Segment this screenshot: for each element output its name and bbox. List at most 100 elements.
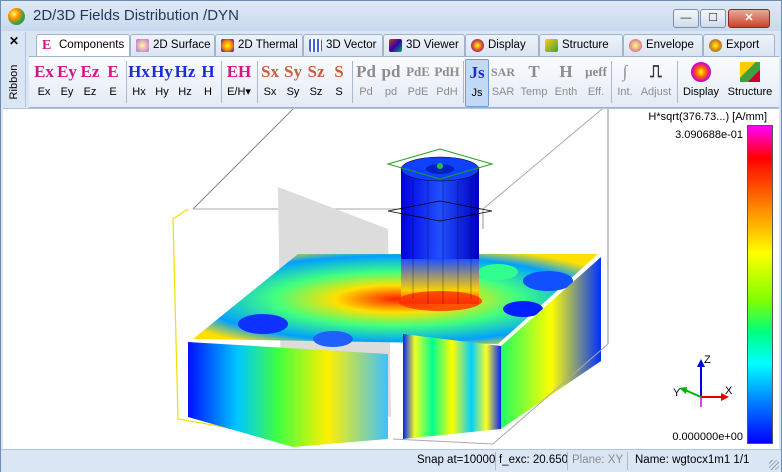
button-label: Sx bbox=[263, 86, 277, 98]
pd-small-button[interactable]: pd pd bbox=[379, 59, 403, 105]
display-icon bbox=[471, 39, 484, 52]
frequency-status: f_exc: 20.650 bbox=[499, 454, 569, 466]
tab-display[interactable]: Display bbox=[465, 34, 539, 56]
sx-button[interactable]: Sx Sx bbox=[259, 59, 281, 105]
minimize-button[interactable]: — bbox=[673, 9, 699, 28]
color-scale-bar bbox=[747, 125, 773, 444]
ribbon-side-strip: ✕ Ribbon bbox=[3, 32, 26, 107]
ex-button[interactable]: Ex Ex bbox=[33, 59, 55, 105]
button-label: PdE bbox=[407, 86, 429, 98]
toolbar-divider bbox=[463, 61, 464, 103]
ey-icon: Ey bbox=[57, 62, 77, 81]
button-label: Pd bbox=[359, 86, 373, 98]
button-label: Hx bbox=[132, 86, 146, 98]
tab-envelope[interactable]: Envelope bbox=[623, 34, 703, 56]
pde-button[interactable]: PdE PdE bbox=[404, 59, 432, 105]
button-label: PdH bbox=[436, 86, 458, 98]
vector-icon bbox=[309, 39, 322, 52]
viewer-icon bbox=[389, 39, 402, 52]
E-letter-icon: E bbox=[42, 38, 52, 53]
adjust-button[interactable]: ⎍ Adjust bbox=[639, 59, 673, 105]
temp-icon: T bbox=[528, 62, 540, 81]
tab-label: 2D Surface bbox=[153, 39, 211, 51]
button-label: Temp bbox=[520, 86, 548, 98]
status-divider bbox=[567, 452, 568, 470]
field-render[interactable] bbox=[3, 109, 779, 449]
eff-button[interactable]: μeff Eff. bbox=[583, 59, 609, 105]
status-divider bbox=[495, 452, 496, 470]
thermal-icon bbox=[221, 39, 234, 52]
hy-icon: Hy bbox=[151, 62, 173, 81]
enth-button[interactable]: H Enth bbox=[551, 59, 581, 105]
3d-viewport[interactable]: Z X Y H*sqrt(376.73...) [A/mm] 3.090688e… bbox=[3, 108, 779, 449]
tab-export[interactable]: Export bbox=[703, 34, 775, 56]
display-button[interactable]: Display bbox=[681, 59, 721, 105]
button-label: Sy bbox=[286, 86, 300, 98]
s-button[interactable]: SS bbox=[328, 59, 350, 105]
export-icon bbox=[709, 39, 722, 52]
ribbon-toolbar: Ex Ex Ey Ey Ez Ez EE Hx Hx Hy Hy Hz Hz HH EH E/… bbox=[29, 56, 779, 108]
structure-button[interactable]: Structure bbox=[725, 59, 775, 105]
maximize-button[interactable]: ☐ bbox=[700, 9, 726, 28]
hy-button[interactable]: Hy Hy bbox=[151, 59, 173, 105]
int-button[interactable]: ∫ Int. bbox=[613, 59, 637, 105]
tab-label: Export bbox=[726, 39, 760, 51]
pd-icon: Pd bbox=[356, 62, 376, 81]
button-label: Js bbox=[471, 87, 483, 99]
e-icon: E bbox=[107, 62, 119, 81]
toolbar-divider bbox=[611, 61, 612, 103]
ey-button[interactable]: Ey Ey bbox=[56, 59, 78, 105]
plane-status: Plane: XY bbox=[572, 454, 624, 466]
h-icon: H bbox=[201, 62, 215, 81]
eh-dropdown-button[interactable]: EH E/H▾ bbox=[224, 59, 254, 105]
toolbar-divider bbox=[257, 61, 258, 103]
tab-label: 3D Vector bbox=[326, 39, 377, 51]
integral-icon: ∫ bbox=[622, 62, 628, 81]
ez-button[interactable]: Ez Ez bbox=[79, 59, 101, 105]
eh-icon: EH bbox=[226, 62, 252, 81]
sar-button[interactable]: SAR SAR bbox=[489, 59, 517, 105]
tab-components[interactable]: E Components bbox=[36, 34, 130, 57]
tab-2d-surface[interactable]: 2D Surface bbox=[130, 34, 215, 56]
button-label: Structure bbox=[727, 86, 773, 98]
status-bar: Snap at=10000 f_exc: 20.650 Plane: XY Na… bbox=[1, 449, 781, 472]
sx-icon: Sx bbox=[261, 62, 279, 81]
button-label: Hz bbox=[178, 86, 192, 98]
ex-icon: Ex bbox=[34, 62, 54, 81]
pde-icon: PdE bbox=[406, 64, 430, 79]
e-button[interactable]: EE bbox=[102, 59, 124, 105]
tab-3d-viewer[interactable]: 3D Viewer bbox=[383, 34, 465, 56]
close-button[interactable]: ✕ bbox=[728, 9, 770, 28]
button-label: Eff. bbox=[587, 86, 605, 98]
button-label: E bbox=[109, 86, 117, 98]
s-icon: S bbox=[334, 62, 344, 81]
hz-button[interactable]: Hz Hz bbox=[174, 59, 196, 105]
button-label: SAR bbox=[491, 86, 515, 98]
display-icon bbox=[681, 59, 721, 85]
h-button[interactable]: HH bbox=[197, 59, 219, 105]
axis-z-label: Z bbox=[704, 354, 711, 366]
sz-button[interactable]: Sz Sz bbox=[305, 59, 327, 105]
ribbon-close-icon[interactable]: ✕ bbox=[9, 34, 19, 48]
axis-x-label: X bbox=[725, 385, 733, 397]
pdh-button[interactable]: PdH PdH bbox=[433, 59, 461, 105]
button-label: Display bbox=[682, 86, 720, 98]
envelope-icon bbox=[629, 39, 642, 52]
tab-label: Envelope bbox=[646, 39, 694, 51]
mu-eff-icon: μeff bbox=[585, 64, 607, 79]
js-button[interactable]: Js Js bbox=[465, 59, 489, 107]
hz-icon: Hz bbox=[174, 62, 196, 81]
tab-structure[interactable]: Structure bbox=[539, 34, 623, 56]
tab-2d-thermal[interactable]: 2D Thermal bbox=[215, 34, 303, 56]
pd-button[interactable]: Pd Pd bbox=[354, 59, 378, 105]
adjust-icon: ⎍ bbox=[650, 62, 662, 81]
tab-label: Components bbox=[59, 39, 125, 51]
temp-button[interactable]: T Temp bbox=[519, 59, 549, 105]
button-label: pd bbox=[384, 86, 398, 98]
sy-button[interactable]: Sy Sy bbox=[282, 59, 304, 105]
snap-status: Snap at=10000 bbox=[417, 454, 496, 466]
resize-grip-icon[interactable] bbox=[769, 460, 779, 470]
hx-button[interactable]: Hx Hx bbox=[128, 59, 150, 105]
tab-3d-vector[interactable]: 3D Vector bbox=[303, 34, 383, 56]
status-divider bbox=[627, 452, 628, 470]
